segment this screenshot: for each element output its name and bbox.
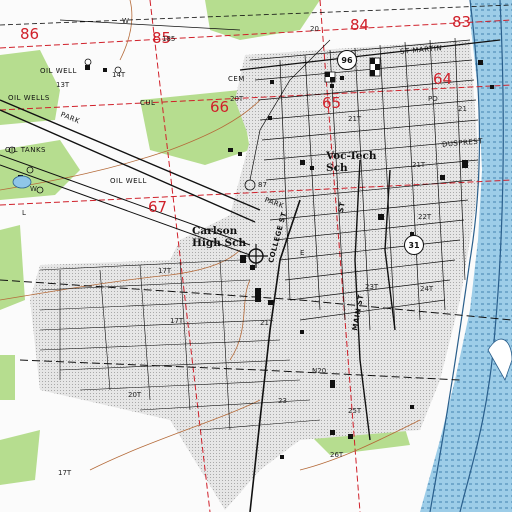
label-post-office: PO	[428, 95, 438, 103]
label-l: L	[22, 209, 26, 217]
label-oil-well-south: OIL WELL	[110, 177, 147, 185]
spot-label-25t: 25T	[348, 407, 362, 415]
label-cul: CUL	[140, 99, 156, 107]
label-w: W	[122, 17, 129, 25]
section-number-84: 84	[350, 16, 370, 34]
section-number-86: 86	[20, 25, 40, 43]
spot-label-20t: 20T	[230, 95, 244, 103]
spot-label-21t-a: 21T	[348, 115, 362, 123]
spot-label-21: 21	[458, 105, 467, 113]
voc-tech-label-text: Voc-Tech Sch	[326, 150, 377, 174]
spot-label-22t: 22T	[418, 213, 432, 221]
section-number-66: 66	[210, 98, 230, 116]
section-number-83: 83	[452, 13, 472, 31]
spot-label-20t-south: 20T	[128, 391, 142, 399]
label-oil-well: OIL WELL	[40, 67, 77, 75]
spot-label-21t-c: 21T	[260, 319, 274, 327]
pond	[12, 175, 32, 189]
spot-label-87: 87	[258, 181, 267, 189]
place-name-voc-tech: Voc-Tech Sch	[326, 150, 382, 174]
spot-label-26t: 26T	[330, 451, 344, 459]
spot-label-n20: N20	[312, 367, 327, 375]
section-number-67: 67	[148, 198, 168, 216]
label-e: E	[300, 249, 305, 257]
spot-label-20: 20	[310, 25, 319, 33]
spot-label-24t: 24T	[420, 285, 434, 293]
spot-label-14t: 14T	[112, 71, 126, 79]
spot-label-23: 23	[278, 397, 287, 405]
spot-label-21t-b: 21T	[412, 161, 426, 169]
location-crosshair-icon	[244, 244, 268, 268]
spot-label-17t-c: 17T	[58, 469, 72, 477]
topographic-map: 86 85 84 83 64 65 66 67 Carlson High Sch…	[0, 0, 512, 512]
label-w-west: W	[30, 185, 37, 193]
spot-label-185: 185	[162, 35, 176, 43]
spot-label-17t-b: 17T	[170, 317, 184, 325]
label-oil-wells: OIL WELLS	[8, 94, 50, 102]
street-label-cem: CEM	[228, 75, 245, 83]
route-shield-31: 31	[404, 235, 424, 255]
spot-label-23t: 23T	[365, 283, 379, 291]
label-oil-tanks: OIL TANKS	[5, 146, 46, 154]
route-shield-96: 96	[337, 50, 357, 70]
spot-label-17t-a: 17T	[158, 267, 172, 275]
section-number-65: 65	[322, 94, 342, 112]
spot-label-13t: 13T	[56, 81, 70, 89]
section-number-64: 64	[433, 70, 453, 88]
